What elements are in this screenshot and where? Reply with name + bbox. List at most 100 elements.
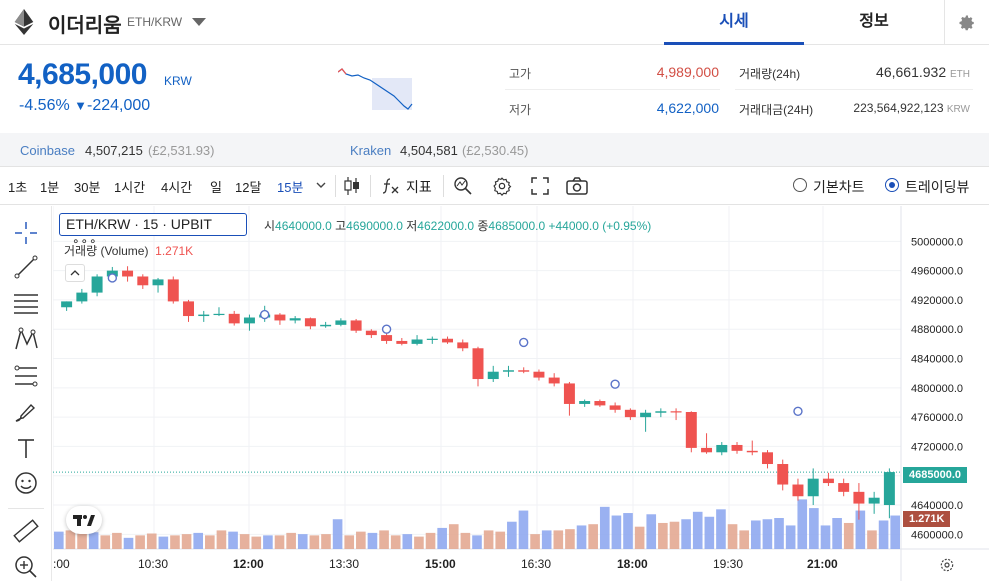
candle-body bbox=[243, 317, 255, 324]
exchange-name[interactable]: Coinbase bbox=[20, 143, 75, 158]
candle-type-icon[interactable] bbox=[343, 176, 361, 196]
volume-bar bbox=[216, 530, 227, 549]
tradingview-logo[interactable] bbox=[66, 506, 102, 534]
ruler-icon[interactable] bbox=[12, 518, 40, 544]
volume-bar bbox=[460, 532, 471, 549]
sparkline-chart bbox=[338, 68, 413, 110]
price-change: -4.56% ▼-224,000 bbox=[19, 97, 150, 115]
volume-bar bbox=[611, 515, 622, 549]
y-axis-tick-label: 4800000.0 bbox=[911, 383, 963, 395]
fib-retracement-icon[interactable] bbox=[12, 363, 40, 389]
candle-body bbox=[731, 444, 743, 451]
volume-bar bbox=[599, 506, 610, 549]
interval-15m[interactable]: 15분 bbox=[277, 177, 303, 196]
y-axis-tick-label: 4720000.0 bbox=[911, 441, 963, 453]
volume-bar bbox=[181, 534, 192, 549]
volume-bar bbox=[530, 534, 540, 549]
interval-1h[interactable]: 1시간 bbox=[114, 177, 145, 196]
gear-icon bbox=[959, 15, 974, 30]
ohlc-open: 4640000.0 bbox=[275, 219, 332, 233]
symbol-legend[interactable]: ETH/KRW · 15 · UPBIT ∘∘∘ bbox=[59, 213, 247, 248]
candle-body bbox=[365, 330, 377, 336]
y-axis-tick-label: 5000000.0 bbox=[911, 236, 963, 248]
event-marker-icon[interactable] bbox=[107, 273, 118, 283]
basic-chart-radio[interactable] bbox=[793, 178, 807, 192]
volume-legend-value: 1.271K bbox=[155, 244, 194, 258]
volume-legend: 거래량 (Volume) 1.271K bbox=[64, 244, 194, 258]
event-marker-icon[interactable] bbox=[259, 309, 270, 320]
candle-body bbox=[533, 371, 545, 378]
chart-settings-gear-icon[interactable] bbox=[492, 176, 512, 196]
trading-view-label[interactable]: 트레이딩뷰 bbox=[905, 177, 969, 197]
turnover-value: 223,564,922,123 KRW bbox=[853, 101, 970, 115]
ohlc-low: 4622000.0 bbox=[417, 219, 475, 233]
interval-30m[interactable]: 30분 bbox=[74, 177, 100, 196]
candle-body bbox=[563, 383, 575, 404]
tab-market[interactable]: 시세 bbox=[664, 0, 804, 45]
horizontal-lines-icon[interactable] bbox=[12, 290, 40, 316]
volume-bar bbox=[332, 519, 343, 549]
candle-body bbox=[335, 320, 347, 325]
candlestick-chart[interactable]: 5000000.0 4960000.0 4920000.0 4880000.0 4840… bbox=[53, 206, 989, 581]
volume-tag: 1.271K bbox=[903, 511, 951, 527]
volume-bar bbox=[112, 532, 122, 549]
candle-body bbox=[167, 279, 179, 302]
interval-1m[interactable]: 1분 bbox=[40, 177, 59, 196]
event-marker-icon[interactable] bbox=[793, 406, 803, 416]
interval-12-month[interactable]: 12달 bbox=[235, 177, 261, 196]
indicator-label[interactable]: 지표 bbox=[406, 177, 432, 197]
pattern-tool-icon[interactable] bbox=[12, 326, 40, 352]
interval-chevron-down-icon[interactable] bbox=[316, 181, 326, 189]
volume-bar bbox=[379, 530, 389, 549]
volume-bar bbox=[344, 535, 355, 549]
y-axis-tick-label: 4600000.0 bbox=[911, 529, 963, 541]
event-marker-icon[interactable] bbox=[381, 324, 392, 334]
exchange-price-gbp: (£2,531.93) bbox=[148, 143, 215, 158]
candle-body bbox=[838, 483, 850, 492]
candle-body bbox=[152, 279, 164, 286]
text-tool-icon[interactable] bbox=[12, 435, 40, 461]
volume-bar bbox=[681, 519, 691, 549]
coin-name: 이더리움 bbox=[48, 15, 122, 37]
crosshair-icon[interactable] bbox=[12, 220, 40, 246]
basic-chart-label[interactable]: 기본차트 bbox=[813, 177, 865, 197]
emoji-icon[interactable] bbox=[12, 470, 40, 496]
compare-search-icon[interactable] bbox=[453, 176, 473, 196]
volume-bar bbox=[297, 534, 308, 549]
event-marker-icon[interactable] bbox=[610, 379, 620, 389]
volume-bar bbox=[646, 514, 657, 549]
settings-button[interactable] bbox=[944, 0, 989, 45]
camera-snapshot-icon[interactable] bbox=[566, 177, 588, 195]
exchange-price-bar: Coinbase 4,507,215 (£2,531.93) Kraken 4,… bbox=[0, 133, 989, 167]
candle-body bbox=[122, 270, 134, 277]
volume-bar bbox=[832, 518, 842, 549]
trading-view-radio[interactable] bbox=[885, 178, 899, 192]
exchange-price: 4,507,215 bbox=[85, 143, 143, 158]
x-axis-tick-label: 19:30 bbox=[713, 557, 743, 571]
brush-icon[interactable] bbox=[12, 399, 40, 425]
candle-body bbox=[289, 318, 301, 321]
interval-4h[interactable]: 4시간 bbox=[161, 177, 192, 196]
volume-bar bbox=[692, 511, 703, 549]
trend-line-icon[interactable] bbox=[12, 254, 40, 280]
candle-body bbox=[853, 491, 865, 504]
coin-dropdown-icon[interactable] bbox=[192, 18, 206, 26]
x-axis-tick-label: 16:30 bbox=[521, 557, 551, 571]
volume-label: 거래량(24h) bbox=[739, 67, 801, 81]
chevron-up-icon bbox=[70, 270, 80, 276]
zoom-in-icon[interactable] bbox=[12, 554, 40, 580]
y-axis-tick-label: 4840000.0 bbox=[911, 354, 963, 366]
interval-1s[interactable]: 1초 bbox=[8, 177, 27, 196]
interval-day[interactable]: 일 bbox=[210, 177, 222, 196]
collapse-legend-button[interactable] bbox=[65, 264, 85, 282]
fx-indicator-icon[interactable] bbox=[382, 177, 400, 195]
low-value: 4,622,000 bbox=[656, 100, 719, 116]
volume-bar bbox=[425, 532, 436, 549]
event-marker-icon[interactable] bbox=[519, 337, 529, 348]
fullscreen-icon[interactable] bbox=[531, 177, 549, 195]
tab-info[interactable]: 정보 bbox=[804, 0, 944, 45]
exchange-name[interactable]: Kraken bbox=[350, 143, 391, 158]
axis-settings-gear-icon[interactable] bbox=[939, 557, 955, 573]
volume-bar bbox=[239, 534, 250, 549]
ohlc-legend: 시4640000.0 고4690000.0 저4622000.0 종468500… bbox=[264, 219, 652, 233]
